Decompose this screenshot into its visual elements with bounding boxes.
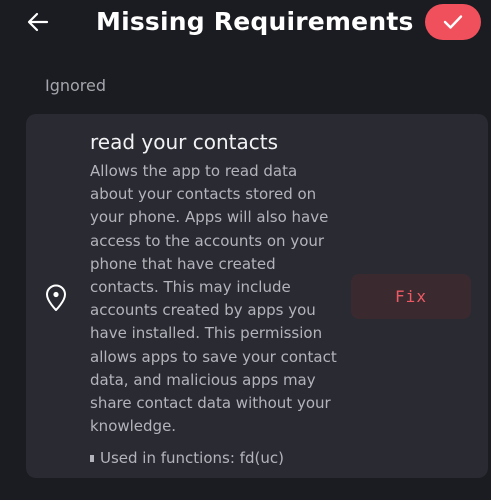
permission-card: read your contacts Allows the app to rea…: [26, 114, 488, 478]
location-pin-icon: [46, 284, 66, 311]
app-screen: Missing Requirements Ignored read your c…: [0, 0, 491, 500]
confirm-button[interactable]: [425, 4, 481, 40]
bullet-icon: [90, 455, 94, 462]
permission-description: Allows the app to read data about your c…: [90, 162, 337, 436]
permission-title: read your contacts: [90, 130, 278, 154]
permission-usage: Used in functions: fd(uc): [90, 447, 284, 469]
check-icon: [443, 15, 463, 29]
permission-usage-text: Used in functions: fd(uc): [100, 449, 284, 467]
section-label-ignored: Ignored: [45, 76, 107, 95]
back-button[interactable]: [24, 8, 52, 36]
page-title: Missing Requirements: [96, 7, 414, 36]
arrow-left-icon: [27, 12, 49, 32]
top-bar: Missing Requirements: [0, 0, 491, 48]
fix-button[interactable]: Fix: [351, 274, 471, 319]
